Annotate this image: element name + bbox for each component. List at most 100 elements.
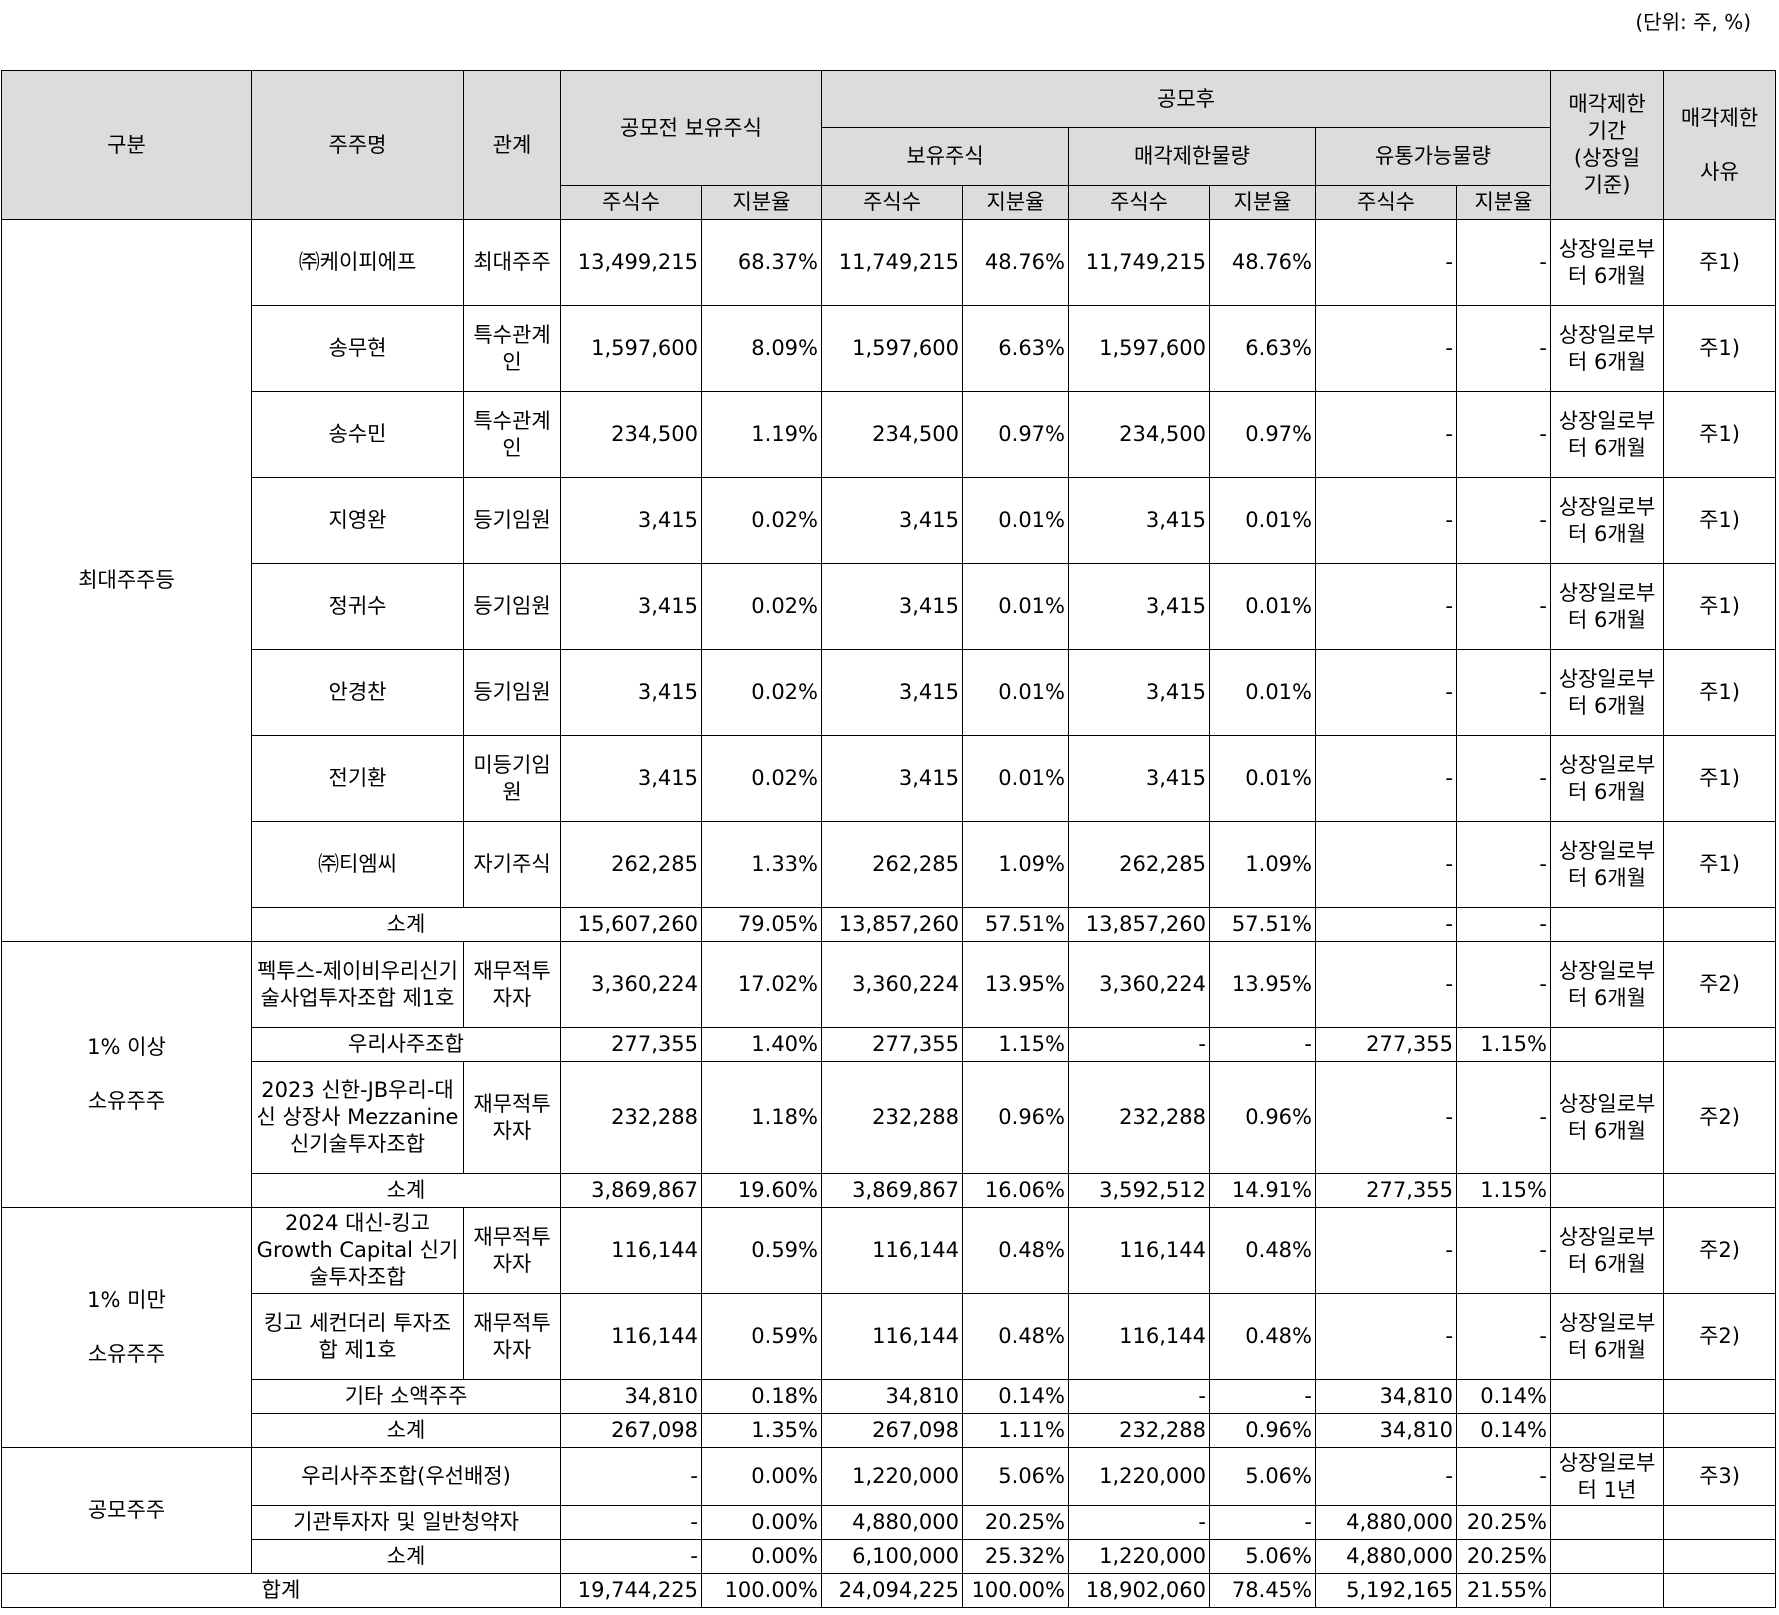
relation: 최대주주: [463, 219, 561, 306]
held-ratio: 57.51%: [962, 907, 1069, 942]
tradable-shares: 5,192,165: [1315, 1573, 1457, 1608]
pre-ratio: 68.37%: [701, 219, 822, 306]
restricted-shares: 234,500: [1068, 391, 1210, 478]
tradable-shares: -: [1315, 1207, 1457, 1294]
tradable-shares: -: [1315, 477, 1457, 564]
pre-shares: -: [560, 1539, 702, 1574]
restricted-ratio: 0.01%: [1209, 649, 1316, 736]
lockup-period: 상장일로부터 6개월: [1550, 219, 1664, 306]
restricted-ratio: 57.51%: [1209, 907, 1316, 942]
pre-shares: 34,810: [560, 1379, 702, 1414]
tradable-ratio: -: [1456, 1447, 1551, 1506]
header-relation: 관계: [463, 70, 561, 220]
restricted-shares: 1,597,600: [1068, 305, 1210, 392]
held-ratio: 0.01%: [962, 477, 1069, 564]
restricted-shares: 1,220,000: [1068, 1539, 1210, 1574]
subtotal-label: 소계: [251, 907, 561, 942]
subtotal-row: 소계 - 0.00% 6,100,000 25.32% 1,220,000 5.…: [2, 1539, 1776, 1574]
pre-ratio: 1.18%: [701, 1061, 822, 1174]
held-ratio: 1.09%: [962, 821, 1069, 908]
table-row: 우리사주조합 277,355 1.40% 277,355 1.15% - - 2…: [2, 1027, 1776, 1062]
held-shares: 234,500: [821, 391, 963, 478]
lockup-period: [1550, 907, 1664, 942]
pre-ratio: 79.05%: [701, 907, 822, 942]
table-row: 송수민 특수관계인 234,500 1.19% 234,500 0.97% 23…: [2, 391, 1776, 478]
lockup-period: [1550, 1539, 1664, 1574]
held-ratio: 1.15%: [962, 1027, 1069, 1062]
holder-name: 우리사주조합: [251, 1027, 561, 1062]
held-shares: 3,415: [821, 735, 963, 822]
tradable-ratio: 0.14%: [1456, 1379, 1551, 1414]
pre-ratio: 0.02%: [701, 735, 822, 822]
restricted-ratio: 6.63%: [1209, 305, 1316, 392]
restricted-shares: 3,592,512: [1068, 1173, 1210, 1208]
tradable-shares: -: [1315, 735, 1457, 822]
header-ratio: 지분율: [1456, 185, 1551, 220]
restricted-ratio: 0.01%: [1209, 735, 1316, 822]
held-ratio: 13.95%: [962, 941, 1069, 1028]
pre-ratio: 8.09%: [701, 305, 822, 392]
tradable-shares: -: [1315, 821, 1457, 908]
group-label: 1% 미만 소유주주: [1, 1207, 252, 1448]
tradable-ratio: -: [1456, 649, 1551, 736]
tradable-shares: -: [1315, 1447, 1457, 1506]
restricted-shares: 262,285: [1068, 821, 1210, 908]
restricted-shares: 116,144: [1068, 1207, 1210, 1294]
table-row: 기타 소액주주 34,810 0.18% 34,810 0.14% - - 34…: [2, 1379, 1776, 1414]
lockup-period: 상장일로부터 6개월: [1550, 391, 1664, 478]
pre-ratio: 0.00%: [701, 1539, 822, 1574]
lockup-period: 상장일로부터 6개월: [1550, 305, 1664, 392]
pre-shares: 232,288: [560, 1061, 702, 1174]
held-ratio: 16.06%: [962, 1173, 1069, 1208]
tradable-shares: -: [1315, 1061, 1457, 1174]
restricted-ratio: 0.01%: [1209, 563, 1316, 650]
held-shares: 24,094,225: [821, 1573, 963, 1608]
holder-name: 2024 대신-킹고 Growth Capital 신기술투자조합: [251, 1207, 464, 1294]
header-pre-ipo: 공모전 보유주식: [560, 70, 822, 186]
held-shares: 232,288: [821, 1061, 963, 1174]
holder-name: 지영완: [251, 477, 464, 564]
restricted-shares: 232,288: [1068, 1061, 1210, 1174]
pre-shares: 3,415: [560, 735, 702, 822]
holder-name: 2023 신한-JB우리-대신 상장사 Mezzanine 신기술투자조합: [251, 1061, 464, 1174]
lockup-period: [1550, 1505, 1664, 1540]
relation: 재무적투자자: [463, 1207, 561, 1294]
restricted-ratio: 0.01%: [1209, 477, 1316, 564]
restricted-ratio: 0.96%: [1209, 1413, 1316, 1448]
header-holder: 주주명: [251, 70, 464, 220]
tradable-ratio: -: [1456, 305, 1551, 392]
table-row: 안경찬 등기임원 3,415 0.02% 3,415 0.01% 3,415 0…: [2, 649, 1776, 736]
subtotal-row: 소계 3,869,867 19.60% 3,869,867 16.06% 3,5…: [2, 1173, 1776, 1208]
holder-name: 정귀수: [251, 563, 464, 650]
restricted-shares: 13,857,260: [1068, 907, 1210, 942]
held-shares: 6,100,000: [821, 1539, 963, 1574]
header-ratio: 지분율: [701, 185, 822, 220]
tradable-ratio: -: [1456, 219, 1551, 306]
relation: 등기임원: [463, 649, 561, 736]
restricted-ratio: 0.48%: [1209, 1207, 1316, 1294]
tradable-shares: -: [1315, 305, 1457, 392]
restricted-ratio: 48.76%: [1209, 219, 1316, 306]
pre-ratio: 1.19%: [701, 391, 822, 478]
pre-ratio: 17.02%: [701, 941, 822, 1028]
lockup-reason: [1663, 1573, 1776, 1608]
pre-shares: 3,360,224: [560, 941, 702, 1028]
tradable-ratio: 20.25%: [1456, 1505, 1551, 1540]
restricted-shares: 116,144: [1068, 1293, 1210, 1380]
tradable-shares: -: [1315, 907, 1457, 942]
tradable-shares: -: [1315, 1293, 1457, 1380]
tradable-shares: -: [1315, 219, 1457, 306]
holder-name: 송무현: [251, 305, 464, 392]
lockup-reason: 주2): [1663, 1293, 1776, 1380]
tradable-shares: -: [1315, 391, 1457, 478]
held-ratio: 0.48%: [962, 1207, 1069, 1294]
lockup-period: 상장일로부터 6개월: [1550, 821, 1664, 908]
lockup-reason: 주1): [1663, 735, 1776, 822]
pre-shares: 3,415: [560, 563, 702, 650]
restricted-shares: -: [1068, 1505, 1210, 1540]
pre-ratio: 0.02%: [701, 477, 822, 564]
held-shares: 116,144: [821, 1293, 963, 1380]
pre-shares: -: [560, 1447, 702, 1506]
held-ratio: 0.01%: [962, 649, 1069, 736]
restricted-shares: -: [1068, 1379, 1210, 1414]
